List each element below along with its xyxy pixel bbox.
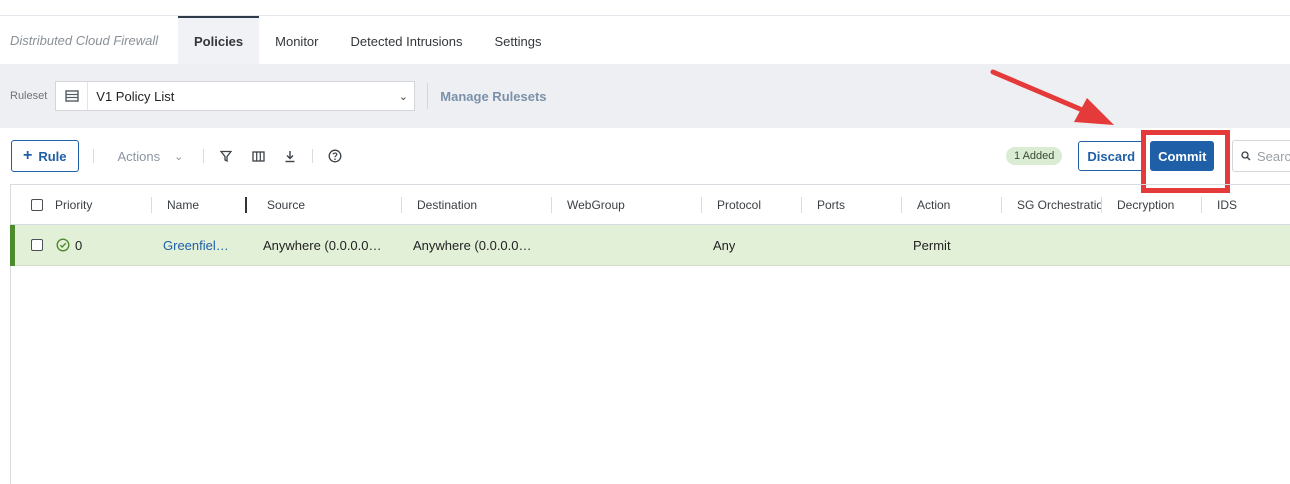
table-row[interactable]: 0 Greenfiel… Anywhere (0.0.0.0… Anywhere…	[10, 225, 1290, 266]
search-icon	[1241, 151, 1251, 161]
rules-table: Priority Name Source Destination WebGrou…	[10, 184, 1290, 484]
download-icon[interactable]	[274, 144, 306, 168]
ruleset-value: V1 Policy List	[96, 88, 175, 104]
tab-bar: Distributed Cloud Firewall Policies Moni…	[0, 16, 1290, 64]
manage-rulesets-link[interactable]: Manage Rulesets	[440, 89, 546, 104]
added-count-badge: 1 Added	[1006, 147, 1063, 165]
discard-button[interactable]: Discard	[1078, 141, 1145, 171]
actions-label: Actions	[117, 148, 161, 164]
select-all-checkbox[interactable]	[31, 185, 43, 225]
column-divider	[1101, 197, 1102, 213]
column-header-action[interactable]: Action	[917, 185, 950, 225]
column-divider	[551, 197, 552, 213]
add-rule-label: Rule	[38, 148, 67, 164]
top-bar	[0, 0, 1290, 16]
app-title: Distributed Cloud Firewall	[10, 32, 159, 48]
column-divider	[401, 197, 402, 213]
filter-icon[interactable]	[210, 144, 242, 168]
added-row-indicator	[10, 225, 15, 266]
column-divider	[901, 197, 902, 213]
row-checkbox[interactable]	[31, 225, 43, 265]
column-header-name[interactable]: Name	[167, 185, 199, 225]
column-divider	[151, 197, 152, 213]
help-icon[interactable]	[319, 144, 351, 168]
tab-policies[interactable]: Policies	[178, 16, 260, 64]
chevron-down-icon: ⌄	[174, 150, 184, 163]
column-divider	[1001, 197, 1002, 213]
ruleset-label: Ruleset	[10, 90, 48, 102]
column-divider	[1201, 197, 1202, 213]
column-divider	[801, 197, 802, 213]
column-header-protocol[interactable]: Protocol	[717, 185, 761, 225]
search-placeholder: Search	[1257, 148, 1290, 164]
column-divider	[701, 197, 702, 213]
add-rule-button[interactable]: + Rule	[11, 140, 79, 172]
search-input[interactable]: Search	[1232, 140, 1290, 172]
column-header-destination[interactable]: Destination	[417, 185, 477, 225]
list-icon	[56, 82, 89, 110]
tab-settings[interactable]: Settings	[479, 16, 558, 64]
tab-detected-intrusions[interactable]: Detected Intrusions	[335, 16, 479, 64]
cell-protocol: Any	[713, 237, 736, 253]
cell-action: Permit	[913, 237, 951, 253]
column-header-decryption[interactable]: Decryption	[1117, 185, 1174, 225]
column-header-ids[interactable]: IDS	[1217, 185, 1237, 225]
cell-destination: Anywhere (0.0.0.0…	[413, 237, 532, 253]
column-header-sg-orchestration[interactable]: SG Orchestration	[1017, 185, 1101, 225]
columns-icon[interactable]	[242, 144, 274, 168]
column-resize-handle[interactable]	[245, 197, 247, 213]
actions-dropdown[interactable]: Actions ⌄	[118, 149, 184, 164]
divider	[312, 149, 314, 163]
tab-monitor[interactable]: Monitor	[259, 16, 334, 64]
cell-name-link[interactable]: Greenfiel…	[163, 225, 235, 265]
cell-priority: 0	[75, 237, 83, 253]
check-circle-icon	[56, 225, 70, 265]
plus-icon: +	[23, 147, 33, 164]
column-header-source[interactable]: Source	[267, 185, 305, 225]
column-header-priority[interactable]: Priority	[55, 185, 92, 225]
divider	[427, 83, 429, 109]
cell-source: Anywhere (0.0.0.0…	[263, 237, 382, 253]
column-header-ports[interactable]: Ports	[817, 185, 845, 225]
divider	[203, 149, 205, 163]
divider	[92, 149, 94, 163]
column-header-webgroup[interactable]: WebGroup	[567, 185, 625, 225]
ruleset-bar: Ruleset V1 Policy List ⌄ Manage Rulesets	[0, 64, 1290, 128]
toolbar: + Rule Actions ⌄ 1 Added Discard Commit …	[0, 128, 1290, 184]
chevron-down-icon: ⌄	[398, 90, 408, 103]
table-header: Priority Name Source Destination WebGrou…	[11, 185, 1290, 225]
ruleset-select[interactable]: V1 Policy List ⌄	[55, 81, 416, 111]
